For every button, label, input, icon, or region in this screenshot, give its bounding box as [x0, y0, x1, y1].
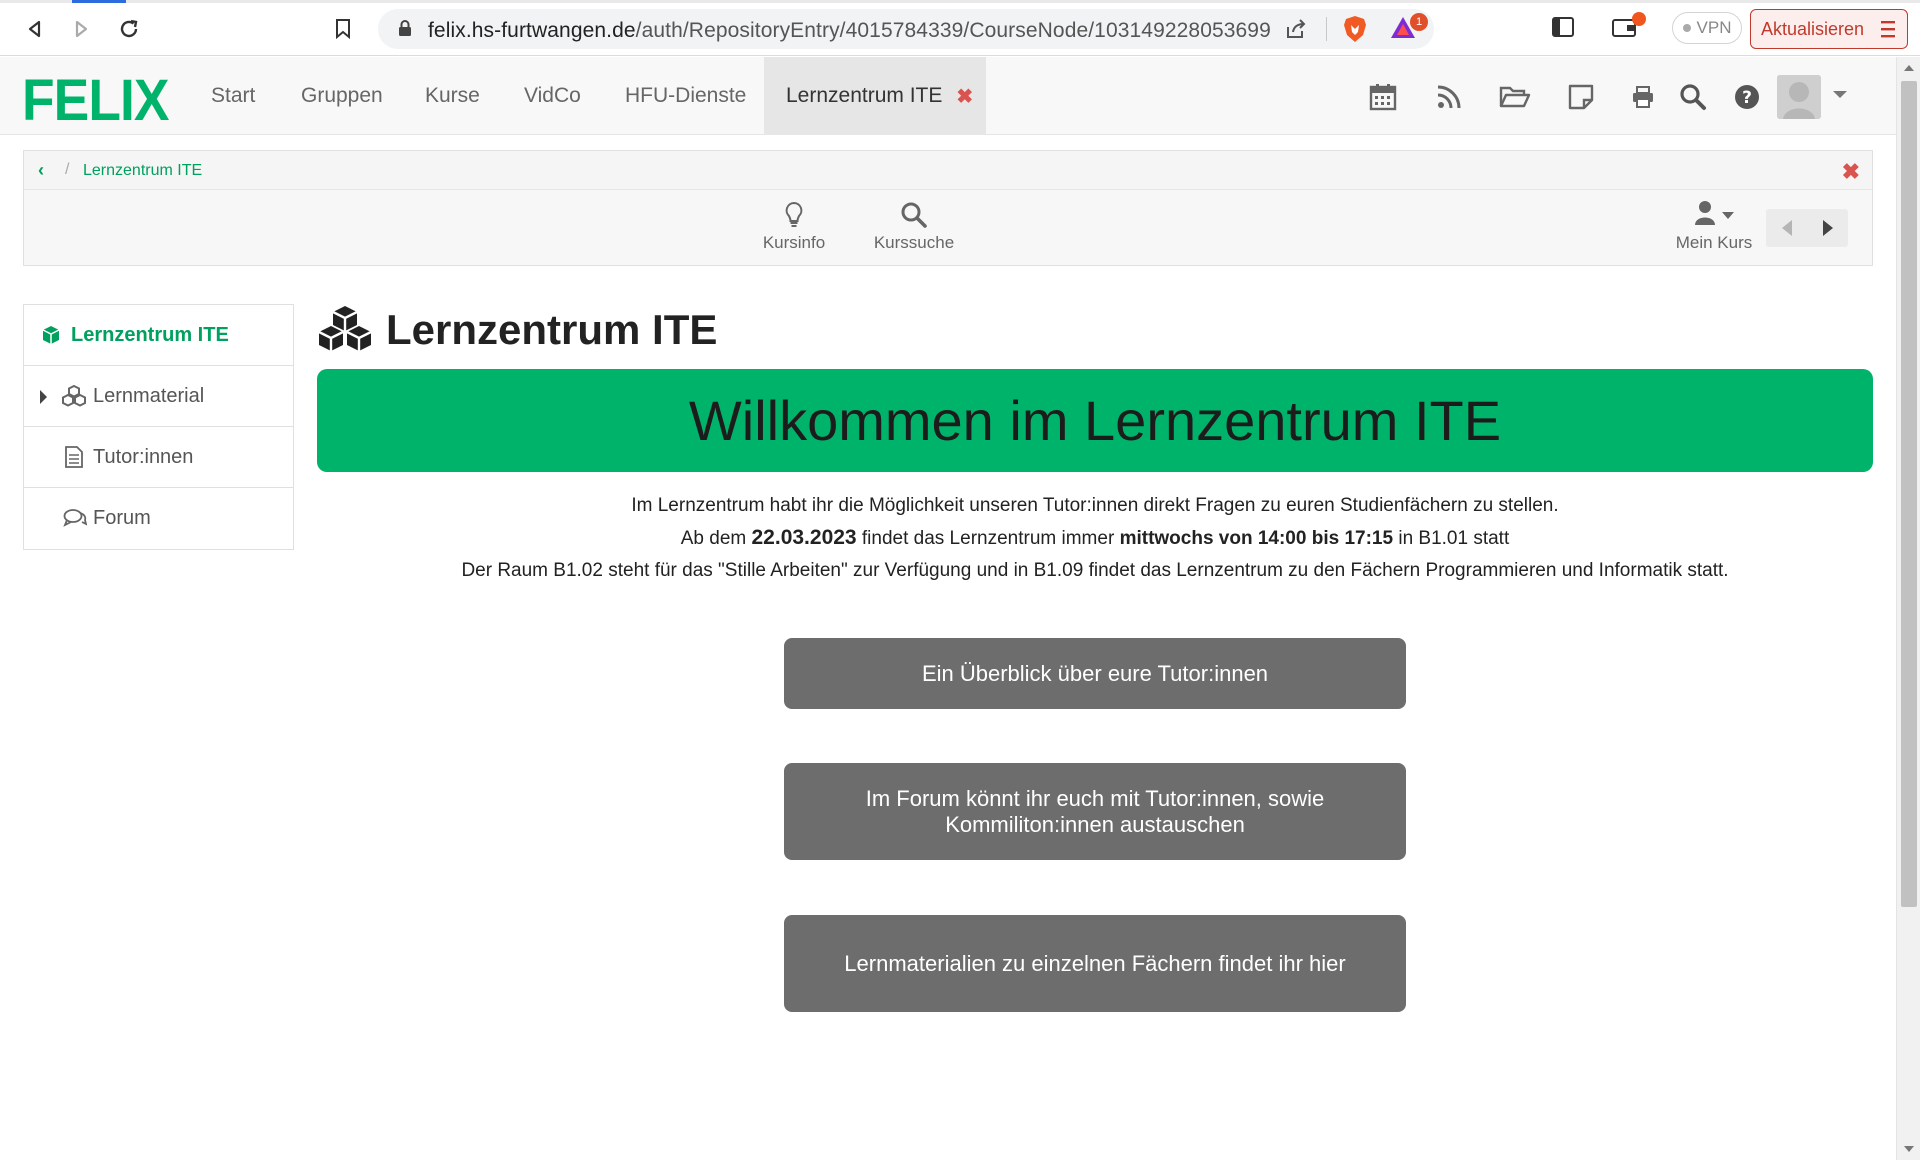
felix-logo[interactable]: FELIX [22, 67, 170, 134]
next-node-icon[interactable] [1807, 209, 1848, 247]
menu-item-label: Lernmaterial [93, 384, 205, 407]
search-icon [854, 199, 974, 231]
note-icon[interactable] [1565, 81, 1597, 113]
browser-toolbar: felix.hs-furtwangen.de/auth/RepositoryEn… [0, 0, 1920, 56]
welcome-banner: Willkommen im Lernzentrum ITE [317, 369, 1873, 472]
rewards-badge: 1 [1410, 13, 1428, 31]
tutors-overview-button[interactable]: Ein Überblick über eure Tutor:innen [784, 638, 1406, 709]
tab-strip [0, 0, 1920, 3]
menu-item-lernzentrum[interactable]: Lernzentrum ITE [24, 305, 293, 366]
breadcrumb-back-icon[interactable]: ‹ [38, 160, 44, 181]
previous-node-icon[interactable] [1766, 209, 1807, 247]
menu-item-label: Forum [93, 507, 151, 529]
nav-kurse[interactable]: Kurse [425, 57, 480, 135]
nav-tab-lernzentrum[interactable]: Lernzentrum ITE ✖ [764, 57, 986, 135]
bookmark-icon[interactable] [328, 14, 358, 44]
forum-button[interactable]: Im Forum könnt ihr euch mit Tutor:innen,… [784, 763, 1406, 860]
user-icon [1694, 200, 1716, 231]
kurssuche-button[interactable]: Kurssuche [854, 199, 974, 253]
chat-icon [63, 508, 88, 534]
nav-tab-label: Lernzentrum ITE [786, 84, 943, 107]
page-header: Lernzentrum ITE [316, 302, 717, 358]
cube-icon [41, 325, 61, 351]
wallet-notification-dot [1632, 12, 1646, 26]
user-menu-caret-icon[interactable] [1833, 91, 1847, 98]
calendar-icon[interactable] [1367, 81, 1399, 113]
help-icon[interactable]: ? [1731, 81, 1763, 113]
svg-text:?: ? [1742, 88, 1752, 108]
search-icon[interactable] [1677, 81, 1709, 113]
close-course-icon[interactable]: ✖ [1842, 159, 1860, 185]
forward-icon[interactable] [66, 14, 96, 44]
menu-icon[interactable] [1881, 19, 1895, 44]
nav-hfu-dienste[interactable]: HFU-Dienste [625, 57, 746, 135]
nav-start[interactable]: Start [211, 57, 255, 135]
nav-gruppen[interactable]: Gruppen [301, 57, 383, 135]
menu-item-lernmaterial[interactable]: Lernmaterial [24, 366, 293, 427]
course-menu: Lernzentrum ITE Lernmaterial Tutor:innen… [23, 304, 294, 550]
info-line-2: Ab dem 22.03.2023 findet das Lernzentrum… [680, 526, 1510, 549]
brave-shield-icon[interactable] [1342, 15, 1368, 48]
start-date: 22.03.2023 [751, 526, 857, 549]
cubes-icon [61, 384, 87, 413]
main-navigation: FELIX Start Gruppen Kurse VidCo HFU-Dien… [0, 57, 1896, 135]
scroll-down-icon[interactable] [1904, 1146, 1914, 1152]
mein-kurs-dropdown[interactable]: Mein Kurs [1664, 199, 1764, 253]
close-tab-icon[interactable]: ✖ [956, 84, 973, 109]
kursinfo-label: Kursinfo [762, 233, 826, 252]
node-pager [1766, 209, 1848, 247]
share-icon[interactable] [1284, 17, 1308, 46]
page-scrollbar[interactable] [1896, 57, 1920, 1160]
breadcrumb-separator: / [65, 161, 70, 178]
reload-icon[interactable] [114, 14, 144, 44]
vpn-button[interactable]: VPN [1672, 12, 1742, 44]
schedule-time: mittwochs von 14:00 bis 17:15 [1119, 528, 1394, 549]
scroll-up-icon[interactable] [1904, 65, 1914, 71]
breadcrumb: ‹ / Lernzentrum ITE ✖ [24, 151, 1872, 190]
rss-icon[interactable] [1433, 81, 1465, 113]
menu-item-tutorinnen[interactable]: Tutor:innen [24, 427, 293, 488]
address-bar[interactable]: felix.hs-furtwangen.de/auth/RepositoryEn… [378, 9, 1434, 49]
breadcrumb-item[interactable]: Lernzentrum ITE [83, 162, 202, 180]
print-icon[interactable] [1627, 81, 1659, 113]
user-avatar[interactable] [1777, 75, 1821, 119]
menu-item-label: Tutor:innen [93, 445, 194, 468]
lock-icon[interactable] [398, 19, 412, 42]
document-icon [65, 446, 83, 474]
scroll-thumb[interactable] [1901, 81, 1917, 907]
lightbulb-icon [734, 199, 854, 231]
sidebar-toggle-icon[interactable] [1552, 16, 1574, 43]
url-text: felix.hs-furtwangen.de/auth/RepositoryEn… [428, 19, 1271, 42]
expand-caret-icon[interactable] [40, 390, 47, 404]
learning-materials-button[interactable]: Lernmaterialien zu einzelnen Fächern fin… [784, 915, 1406, 1012]
menu-item-forum[interactable]: Forum [24, 488, 293, 549]
update-button[interactable]: Aktualisieren [1750, 9, 1908, 49]
cubes-icon [316, 304, 374, 357]
menu-item-label: Lernzentrum ITE [71, 323, 229, 346]
mein-kurs-label: Mein Kurs [1675, 233, 1753, 252]
info-line-1: Im Lernzentrum habt ihr die Möglichkeit … [631, 495, 1559, 516]
info-text: Im Lernzentrum habt ihr die Möglichkeit … [317, 490, 1873, 587]
kursinfo-button[interactable]: Kursinfo [734, 199, 854, 253]
folder-open-icon[interactable] [1499, 81, 1531, 113]
course-toolbar: ‹ / Lernzentrum ITE ✖ Kursinfo Kurssuche… [23, 150, 1873, 266]
kurssuche-label: Kurssuche [873, 233, 955, 252]
back-icon[interactable] [20, 14, 50, 44]
nav-vidco[interactable]: VidCo [524, 57, 581, 135]
chevron-down-icon [1722, 205, 1734, 225]
page-title: Lernzentrum ITE [386, 306, 718, 353]
info-line-3: Der Raum B1.02 steht für das "Stille Arb… [461, 560, 1729, 581]
